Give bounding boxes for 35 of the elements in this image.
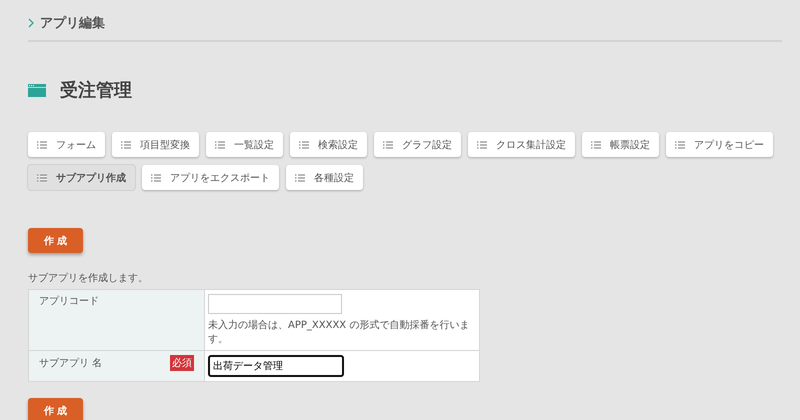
text-input-field[interactable] bbox=[208, 294, 342, 314]
app-title: 受注管理 bbox=[60, 79, 132, 102]
create-button[interactable]: 作 成 bbox=[28, 228, 83, 253]
create-button[interactable]: 作 成 bbox=[28, 398, 83, 420]
settings-tab[interactable]: 帳票設定 bbox=[582, 132, 659, 157]
text-input-field[interactable]: 出荷データ管理 bbox=[208, 355, 344, 377]
list-icon bbox=[151, 174, 161, 182]
field-label: サブアプリ 名 bbox=[39, 356, 102, 370]
field-label: アプリコード bbox=[39, 294, 99, 308]
list-icon bbox=[295, 174, 305, 182]
list-icon bbox=[37, 174, 47, 182]
description-text: サブアプリを作成します。 bbox=[28, 272, 149, 285]
settings-tab[interactable]: クロス集計設定 bbox=[468, 132, 575, 157]
settings-tab[interactable]: グラフ設定 bbox=[374, 132, 461, 157]
list-icon bbox=[121, 140, 131, 148]
settings-tab[interactable]: 項目型変換 bbox=[112, 132, 199, 157]
settings-tab[interactable]: アプリをコピー bbox=[666, 132, 773, 157]
list-icon bbox=[675, 140, 685, 148]
settings-tab[interactable]: 各種設定 bbox=[286, 165, 363, 190]
settings-tab[interactable]: 検索設定 bbox=[290, 132, 367, 157]
settings-tab[interactable]: フォーム bbox=[28, 132, 105, 157]
required-badge: 必須 bbox=[170, 355, 194, 371]
field-note: 未入力の場合は、APP_XXXXX の形式で自動採番を行います。 bbox=[208, 318, 470, 346]
list-icon bbox=[37, 140, 47, 148]
list-icon bbox=[215, 140, 225, 148]
list-icon bbox=[299, 140, 309, 148]
chevron-right-icon bbox=[28, 18, 34, 28]
list-icon bbox=[477, 140, 487, 148]
app-window-icon bbox=[28, 84, 46, 96]
settings-tab[interactable]: アプリをエクスポート bbox=[142, 165, 279, 190]
list-icon bbox=[383, 140, 393, 148]
settings-tab[interactable]: 一覧設定 bbox=[206, 132, 283, 157]
settings-tab[interactable]: サブアプリ作成 bbox=[28, 165, 135, 190]
breadcrumb-title: アプリ編集 bbox=[40, 14, 105, 32]
list-icon bbox=[591, 140, 601, 148]
